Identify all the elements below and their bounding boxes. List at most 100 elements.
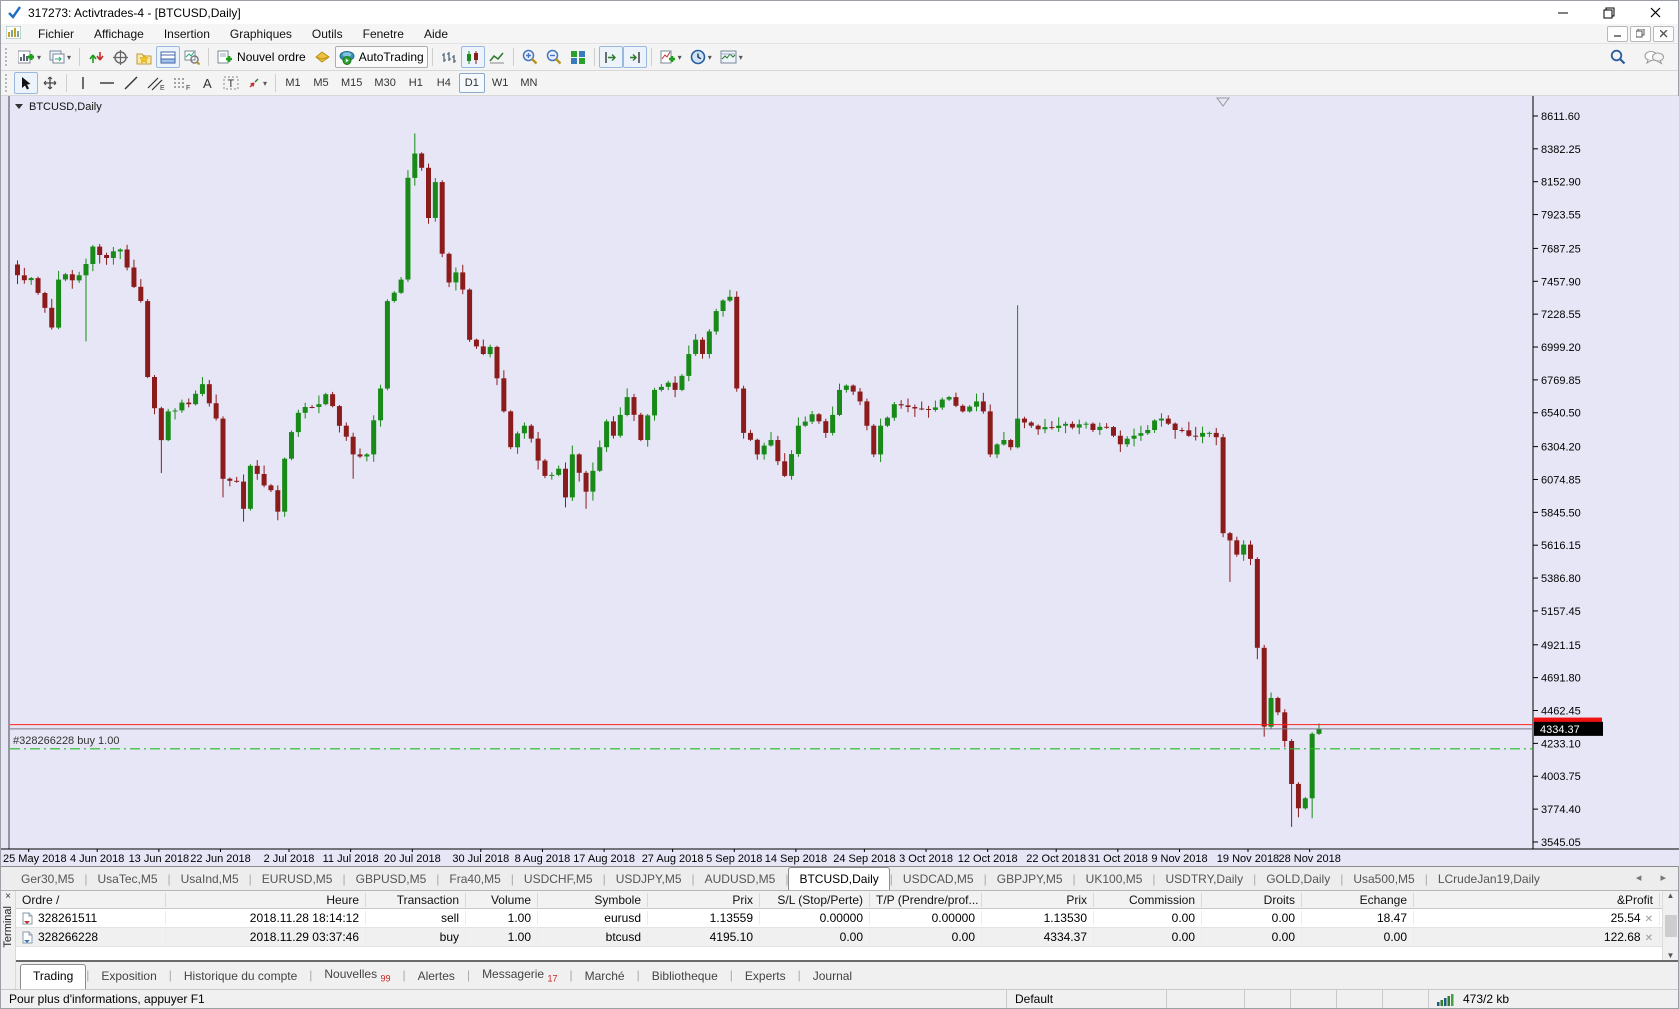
timeframe-mn[interactable]: MN [515, 73, 542, 93]
symbol-tab-btcusd[interactable]: BTCUSD,Daily [788, 867, 889, 890]
timeframe-h1[interactable]: H1 [403, 73, 429, 93]
symbol-tab-usatec[interactable]: UsaTec,M5 [87, 869, 167, 890]
menu-fenetre[interactable]: Fenetre [353, 25, 414, 43]
child-close-button[interactable] [1653, 26, 1674, 42]
column-header[interactable]: Prix [648, 893, 760, 907]
search-symbol-icon[interactable] [1606, 46, 1630, 68]
terminal-tab-historique-du-compte[interactable]: Historique du compte [172, 965, 309, 989]
column-header[interactable]: Echange [1302, 893, 1414, 907]
menu-affichage[interactable]: Affichage [84, 25, 154, 43]
metaeditor-button[interactable] [310, 46, 335, 68]
status-connection[interactable]: 473/2 kb [1428, 990, 1678, 1008]
timeframe-m15[interactable]: M15 [336, 73, 367, 93]
profiles-button[interactable]: ▾ [45, 46, 75, 68]
market-watch-button[interactable] [84, 46, 108, 68]
navigator-button[interactable] [132, 46, 156, 68]
symbol-tab-audusd[interactable]: AUDUSD,M5 [695, 869, 786, 890]
menu-fichier[interactable]: Fichier [28, 25, 84, 43]
data-window-button[interactable] [108, 46, 132, 68]
line-chart-button[interactable] [485, 46, 509, 68]
restore-button[interactable] [1586, 1, 1632, 24]
tile-windows-button[interactable] [566, 46, 590, 68]
zoom-in-button[interactable] [518, 46, 542, 68]
horizontal-line-button[interactable] [95, 72, 119, 94]
symbol-tab-gbpjpy[interactable]: GBPJPY,M5 [987, 869, 1073, 890]
symbol-tab-usdcad[interactable]: USDCAD,M5 [893, 869, 984, 890]
crosshair-button[interactable] [38, 72, 62, 94]
fibonacci-button[interactable]: F [169, 72, 195, 94]
close-order-icon[interactable]: ✕ [1645, 914, 1653, 925]
close-button[interactable] [1632, 1, 1678, 24]
toolbar-grip[interactable] [5, 48, 10, 66]
chart-area[interactable]: 8611.608382.258152.907923.557687.257457.… [1, 96, 1678, 866]
vertical-line-button[interactable] [71, 72, 95, 94]
scroll-up-icon[interactable]: ▲ [1667, 891, 1675, 900]
terminal-close-icon[interactable]: × [5, 891, 11, 904]
zoom-out-button[interactable] [542, 46, 566, 68]
terminal-button[interactable] [156, 46, 180, 68]
column-header[interactable]: Prix [982, 893, 1094, 907]
timeframe-m5[interactable]: M5 [308, 73, 334, 93]
symbol-tab-lcrudejan19[interactable]: LCrudeJan19,Daily [1428, 869, 1550, 890]
order-row[interactable]: 3282615112018.11.28 18:14:12sell1.00euru… [16, 909, 1678, 928]
terminal-scrollbar[interactable]: ▲▼ [1662, 891, 1678, 960]
terminal-tab-alertes[interactable]: Alertes [406, 965, 467, 989]
symbol-tab-fra40[interactable]: Fra40,M5 [439, 869, 510, 890]
column-header[interactable]: Transaction [366, 893, 466, 907]
child-restore-button[interactable] [1630, 26, 1651, 42]
menu-insertion[interactable]: Insertion [154, 25, 220, 43]
chart-shift-button[interactable] [623, 46, 647, 68]
column-header[interactable]: S/L (Stop/Perte) [760, 893, 870, 907]
text-label-button[interactable]: T [219, 72, 243, 94]
timeframe-d1[interactable]: D1 [459, 73, 485, 93]
chat-icon[interactable] [1640, 46, 1668, 68]
column-header[interactable]: T/P (Prendre/prof... [870, 893, 982, 907]
price-chart[interactable]: 8611.608382.258152.907923.557687.257457.… [1, 96, 1679, 866]
symbol-tab-gbpusd[interactable]: GBPUSD,M5 [346, 869, 437, 890]
symbol-tab-usa500[interactable]: Usa500,M5 [1343, 869, 1424, 890]
auto-scroll-button[interactable] [599, 46, 623, 68]
timeframe-m30[interactable]: M30 [369, 73, 400, 93]
status-profile[interactable]: Default [1006, 990, 1166, 1008]
minimize-button[interactable] [1540, 1, 1586, 24]
timeframe-w1[interactable]: W1 [487, 73, 514, 93]
column-header[interactable]: Volume [466, 893, 538, 907]
column-header[interactable]: Heure [166, 893, 366, 907]
text-button[interactable]: A [195, 72, 219, 94]
scroll-down-icon[interactable]: ▼ [1667, 951, 1675, 960]
symbol-tab-usdchf[interactable]: USDCHF,M5 [514, 869, 603, 890]
periods-button[interactable]: ▾ [686, 46, 716, 68]
strategy-tester-button[interactable] [180, 46, 204, 68]
new-chart-button[interactable]: ▾ [14, 46, 45, 68]
terminal-tab-experts[interactable]: Experts [733, 965, 798, 989]
terminal-tab-messagerie[interactable]: Messagerie 17 [470, 963, 569, 989]
scroll-thumb[interactable] [1665, 915, 1677, 937]
column-header[interactable]: Commission [1094, 893, 1202, 907]
terminal-tab-trading[interactable]: Trading [20, 964, 86, 989]
arrows-button[interactable]: ▾ [243, 72, 271, 94]
terminal-tab-march-[interactable]: Marché [573, 965, 637, 989]
trendline-button[interactable] [119, 72, 143, 94]
close-order-icon[interactable]: ✕ [1645, 933, 1653, 944]
indicators-button[interactable]: ▾ [656, 46, 686, 68]
column-header[interactable]: Ordre / [16, 893, 166, 907]
child-minimize-button[interactable] [1607, 26, 1628, 42]
new-order-button[interactable]: Nouvel ordre [213, 46, 310, 68]
terminal-tab-journal[interactable]: Journal [801, 965, 864, 989]
candlestick-chart-button[interactable] [461, 46, 485, 68]
symbol-tab-ger30[interactable]: Ger30,M5 [11, 869, 84, 890]
timeframe-h4[interactable]: H4 [431, 73, 457, 93]
menu-aide[interactable]: Aide [414, 25, 458, 43]
timeframe-m1[interactable]: M1 [280, 73, 306, 93]
column-header[interactable]: Symbole [538, 893, 648, 907]
terminal-tab-nouvelles[interactable]: Nouvelles 99 [312, 963, 402, 989]
symbol-tab-usaind[interactable]: UsaInd,M5 [171, 869, 249, 890]
symbol-tab-uk100[interactable]: UK100,M5 [1076, 869, 1153, 890]
order-row[interactable]: 3282662282018.11.29 03:37:46buy1.00btcus… [16, 928, 1678, 947]
templates-button[interactable]: ▾ [716, 46, 747, 68]
bar-chart-button[interactable] [437, 46, 461, 68]
menu-outils[interactable]: Outils [302, 25, 353, 43]
autotrading-button[interactable]: AutoTrading [335, 46, 428, 68]
symbol-tab-usdjpy[interactable]: USDJPY,M5 [606, 869, 692, 890]
equidistant-channel-button[interactable]: E [143, 72, 169, 94]
